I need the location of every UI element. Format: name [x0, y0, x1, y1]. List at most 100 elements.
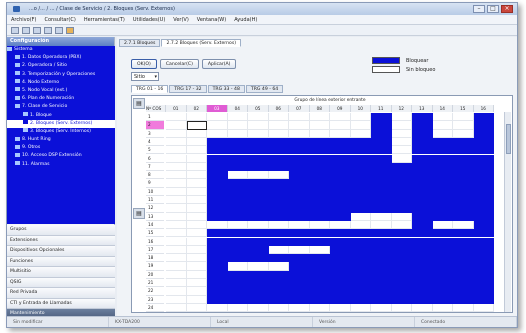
grid-cell[interactable]	[227, 279, 248, 288]
grid-cell[interactable]	[289, 220, 310, 230]
grid-cell[interactable]	[166, 212, 187, 221]
grid-cell[interactable]	[453, 245, 474, 255]
grid-cell[interactable]	[166, 179, 187, 188]
grid-cell[interactable]	[412, 204, 433, 213]
tools-icon[interactable]	[66, 27, 74, 34]
grid-cell[interactable]	[453, 279, 474, 288]
grid-cell[interactable]	[207, 154, 228, 163]
grid-cell[interactable]	[453, 287, 474, 296]
grid-cell[interactable]	[289, 196, 310, 205]
grid-cell[interactable]	[412, 162, 433, 172]
column-header[interactable]: 13	[412, 105, 433, 112]
grid-cell[interactable]	[207, 303, 228, 313]
grid-cell[interactable]	[391, 229, 412, 238]
column-header[interactable]: 08	[309, 105, 330, 112]
grid-cell[interactable]	[309, 262, 330, 271]
grid-cell[interactable]	[289, 113, 310, 122]
grid-cell[interactable]	[412, 287, 433, 296]
grid-cell[interactable]	[371, 279, 392, 288]
grid-cell[interactable]	[268, 229, 289, 238]
grid-cell[interactable]	[330, 171, 351, 180]
grid-cell[interactable]	[412, 179, 433, 188]
menu-item[interactable]: Herramientas(T)	[84, 15, 125, 24]
row-header[interactable]: 19	[146, 262, 164, 271]
row-header[interactable]: 16	[146, 238, 164, 246]
grid-cell[interactable]	[248, 121, 269, 130]
grid-cell[interactable]	[371, 295, 392, 304]
grid-cell[interactable]	[309, 279, 330, 288]
grid-cell[interactable]	[309, 196, 330, 205]
grid-cell[interactable]	[248, 279, 269, 288]
panel-section[interactable]: QSIG	[7, 277, 115, 288]
grid-cell[interactable]	[227, 196, 248, 205]
grid-cell[interactable]	[207, 187, 228, 196]
grid-cell[interactable]	[391, 187, 412, 196]
row-header[interactable]: 15	[146, 229, 164, 238]
grid-cell[interactable]	[248, 270, 269, 279]
grid-cell[interactable]	[248, 245, 269, 255]
grid-cell[interactable]	[432, 154, 453, 163]
grid-cell[interactable]	[309, 162, 330, 172]
grid-cell[interactable]	[330, 303, 351, 313]
grid-cell[interactable]	[309, 237, 330, 246]
grid-cell[interactable]	[309, 229, 330, 238]
grid-cell[interactable]	[371, 146, 392, 155]
grid-cell[interactable]	[453, 303, 474, 313]
grid-cell[interactable]	[391, 262, 412, 271]
grid-cell[interactable]	[391, 179, 412, 188]
trunk-range-tab[interactable]: TRG 33 - 48	[207, 85, 245, 93]
grid-cell[interactable]	[350, 162, 371, 172]
grid-cell[interactable]	[391, 204, 412, 213]
grid-cell[interactable]	[268, 237, 289, 246]
grid-cell[interactable]	[453, 254, 474, 263]
grid-cell[interactable]	[309, 121, 330, 130]
grid-cell[interactable]	[453, 220, 474, 230]
grid-cell[interactable]	[330, 137, 351, 147]
grid-cell[interactable]	[289, 229, 310, 238]
grid-cell[interactable]	[473, 154, 494, 163]
grid-cell[interactable]	[473, 179, 494, 188]
grid-cell[interactable]	[330, 270, 351, 279]
tree-item[interactable]: 1. Datos Operadora (PBX)	[7, 54, 115, 62]
grid-cell[interactable]	[453, 262, 474, 271]
grid-cell[interactable]	[268, 279, 289, 288]
grid-cell[interactable]	[412, 270, 433, 279]
grid-cell[interactable]	[432, 279, 453, 288]
grid-cell[interactable]	[473, 212, 494, 221]
grid-cell[interactable]	[309, 179, 330, 188]
grid-cell[interactable]	[207, 245, 228, 255]
menu-item[interactable]: Archivo(F)	[11, 15, 36, 24]
grid-cell[interactable]	[350, 279, 371, 288]
column-header[interactable]: 05	[248, 105, 269, 112]
grid-cell[interactable]	[453, 212, 474, 221]
grid-cell[interactable]	[289, 187, 310, 196]
tree-header[interactable]: Sistema	[7, 46, 115, 54]
grid-cell[interactable]	[473, 287, 494, 296]
grid-cell[interactable]	[432, 287, 453, 296]
grid-cell[interactable]	[207, 121, 228, 130]
grid-cell[interactable]	[268, 137, 289, 147]
disconnect-icon[interactable]	[55, 27, 63, 34]
grid-cell[interactable]	[391, 146, 412, 155]
grid-cell[interactable]	[166, 220, 187, 230]
grid-cell[interactable]	[207, 295, 228, 304]
tree-item[interactable]: 2. Operadora / Sitio	[7, 62, 115, 70]
grid-cell[interactable]	[186, 171, 207, 180]
grid-cell[interactable]	[330, 196, 351, 205]
tree-item[interactable]: 10. Acceso DSP Extensión	[7, 152, 115, 160]
grid-cell[interactable]	[166, 121, 187, 130]
grid-cell[interactable]	[309, 137, 330, 147]
grid-cell[interactable]	[248, 262, 269, 271]
maximize-icon[interactable]: □	[487, 5, 499, 13]
grid-cell[interactable]	[207, 137, 228, 147]
grid-cell[interactable]	[166, 245, 187, 255]
grid-cell[interactable]	[350, 113, 371, 122]
grid-cell[interactable]	[186, 179, 207, 188]
grid-cell[interactable]	[432, 121, 453, 130]
menu-item[interactable]: Utilidades(U)	[133, 15, 165, 24]
grid-cell[interactable]	[186, 137, 207, 147]
grid-cell[interactable]	[248, 220, 269, 230]
grid-cell[interactable]	[289, 262, 310, 271]
grid-cell[interactable]	[473, 295, 494, 304]
row-header[interactable]: 24	[146, 304, 164, 313]
